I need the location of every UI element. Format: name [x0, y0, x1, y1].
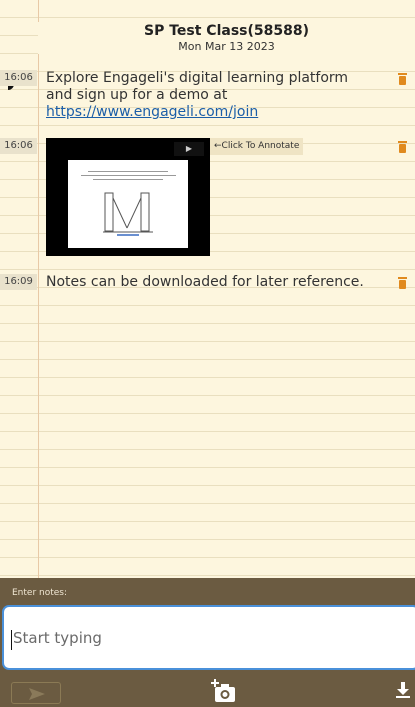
- margin-line: [38, 0, 39, 578]
- click-to-annotate-label[interactable]: ←Click To Annotate: [210, 138, 303, 155]
- add-photo-icon: [211, 679, 235, 702]
- slide-text-lines: [78, 168, 178, 183]
- trash-icon[interactable]: [398, 277, 407, 289]
- add-photo-button[interactable]: [211, 678, 237, 704]
- trash-icon[interactable]: [398, 73, 407, 85]
- note-text: Notes can be downloaded for later refere…: [46, 274, 364, 290]
- class-date: Mon Mar 13 2023: [178, 40, 275, 53]
- send-button[interactable]: [11, 682, 61, 704]
- note-timestamp: 16:09: [0, 274, 37, 290]
- download-button[interactable]: [396, 682, 410, 698]
- note-input[interactable]: [2, 605, 415, 670]
- note-image-thumbnail[interactable]: ▶: [46, 138, 210, 256]
- enter-notes-label: Enter notes:: [12, 588, 68, 598]
- trash-icon[interactable]: [398, 141, 407, 153]
- download-icon: [396, 682, 410, 698]
- class-title: SP Test Class(58588): [144, 23, 309, 39]
- slide-diagram: [103, 192, 153, 236]
- note-body: Explore Engageli's digital learning plat…: [46, 70, 349, 103]
- note-timestamp: 16:06: [0, 138, 37, 154]
- note-link[interactable]: https://www.engageli.com/join: [46, 104, 258, 120]
- note-timestamp: 16:06: [0, 70, 37, 86]
- note-composer: Enter notes:: [0, 578, 415, 707]
- notes-paper: SP Test Class(58588) Mon Mar 13 2023 16:…: [0, 0, 415, 578]
- play-icon: ▶: [174, 142, 204, 156]
- send-icon: [29, 688, 45, 700]
- slide-preview: [68, 160, 188, 248]
- note-text: Explore Engageli's digital learning plat…: [46, 70, 375, 121]
- text-caret: [11, 630, 12, 650]
- notes-header: SP Test Class(58588) Mon Mar 13 2023: [38, 22, 415, 54]
